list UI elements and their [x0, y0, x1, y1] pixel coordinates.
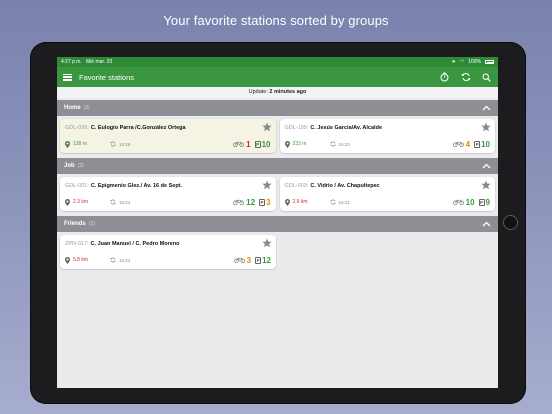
parking-icon: P — [254, 140, 261, 148]
station-cards: GDL-001: C. Epigmenio Glez./ Av. 16 de Se… — [57, 174, 498, 214]
groups-list: Home (2) GDL-099: C. Eulogio Parra /C.Gonzá… — [57, 100, 498, 272]
bicycle-icon — [452, 199, 464, 205]
station-code: GDL-099: — [65, 125, 89, 131]
tablet-home-button[interactable] — [503, 215, 518, 230]
group-name: Friends — [64, 221, 86, 227]
station-update-time: 16:23 — [338, 141, 350, 147]
available-docks: 9 — [485, 197, 490, 207]
group-header[interactable]: Job (2) — [57, 158, 498, 174]
status-time: 4:27 p.m. — [61, 59, 82, 65]
bicycle-icon — [452, 141, 464, 147]
stopwatch-icon[interactable] — [439, 72, 450, 83]
station-code: GDL-001: — [65, 183, 89, 189]
wifi-icon: ◠ — [459, 59, 465, 65]
promo-caption: Your favorite stations sorted by groups — [163, 13, 389, 28]
station-name: C. Epigmenio Glez./ Av. 16 de Sept. — [90, 183, 183, 189]
station-distance: 2.3 km — [73, 199, 89, 205]
group-header[interactable]: Friends (1) — [57, 216, 498, 232]
station-code: GDL-003: — [284, 183, 309, 189]
sync-icon — [329, 141, 336, 147]
app-bar: Favorite stations — [57, 67, 498, 87]
station-name: C. Vidrio / Av. Chapultepec — [310, 183, 380, 189]
station-card[interactable]: GDL-099: C. Eulogio Parra /C.González Ort… — [60, 119, 276, 153]
available-bikes: 1 — [246, 139, 251, 149]
group-count: (2) — [77, 163, 84, 169]
location-pin-icon — [284, 140, 290, 148]
available-bikes: 10 — [465, 197, 475, 207]
station-distance: 5.8 km — [73, 257, 89, 263]
station-cards: GDL-099: C. Eulogio Parra /C.González Ort… — [57, 116, 498, 156]
location-pin-icon — [65, 198, 70, 206]
hamburger-menu-icon[interactable] — [63, 73, 72, 81]
group-name: Job — [64, 163, 75, 169]
parking-icon: P — [474, 140, 481, 148]
sync-icon — [329, 199, 336, 205]
star-icon[interactable] — [262, 238, 272, 248]
status-date: Mié mar. 23 — [86, 59, 113, 65]
available-bikes: 4 — [465, 139, 471, 149]
station-update-time: 16:24 — [119, 199, 131, 205]
station-card[interactable]: GDL-199: C. Jesús García/Av. Alcalde 233 m… — [279, 119, 495, 153]
update-info: Update: 2 minutes ago — [57, 87, 498, 98]
location-icon: ➤ — [451, 59, 456, 65]
chevron-up-icon[interactable] — [482, 162, 491, 171]
station-code: ZPN-017: — [65, 241, 89, 247]
available-bikes: 3 — [246, 255, 252, 265]
station-code: GDL-199: — [284, 125, 309, 131]
station-card[interactable]: GDL-003: C. Vidrio / Av. Chapultepec 2.9 k… — [279, 177, 495, 211]
station-card[interactable]: GDL-001: C. Epigmenio Glez./ Av. 16 de Se… — [60, 177, 276, 211]
station-distance: 2.9 km — [292, 199, 308, 205]
update-label: Update: — [248, 89, 268, 95]
sync-icon — [110, 257, 116, 263]
sync-icon — [110, 199, 116, 205]
station-update-time: 16:21 — [338, 199, 350, 205]
group-count: (2) — [83, 105, 90, 111]
star-icon[interactable] — [481, 122, 491, 132]
star-icon[interactable] — [261, 180, 272, 190]
star-icon[interactable] — [261, 122, 272, 132]
station-card[interactable]: ZPN-017: C. Juan Manuel / C. Pedro Moreno… — [60, 235, 276, 269]
app-screen: 4:27 p.m. Mié mar. 23 ➤ ◠ 100% Favorite … — [57, 57, 498, 388]
app-title: Favorite stations — [79, 72, 135, 82]
search-icon[interactable] — [481, 72, 492, 83]
station-update-time: 16:26 — [119, 141, 131, 147]
station-name: C. Eulogio Parra /C.González Ortega — [90, 125, 186, 131]
location-pin-icon — [65, 256, 70, 264]
group-header[interactable]: Home (2) — [57, 100, 498, 116]
sync-icon — [110, 141, 116, 147]
chevron-up-icon[interactable] — [482, 220, 491, 229]
update-value: 2 minutes ago — [269, 89, 307, 95]
station-update-time: 16:24 — [119, 257, 131, 263]
station-name: C. Jesús García/Av. Alcalde — [310, 125, 382, 131]
bicycle-icon — [233, 257, 245, 263]
parking-icon: P — [478, 198, 485, 206]
available-docks: 12 — [262, 255, 271, 265]
available-bikes: 12 — [246, 197, 256, 207]
location-pin-icon — [284, 198, 290, 206]
status-bar: 4:27 p.m. Mié mar. 23 ➤ ◠ 100% — [57, 57, 498, 67]
star-icon[interactable] — [481, 180, 491, 190]
station-name: C. Juan Manuel / C. Pedro Moreno — [90, 241, 180, 247]
station-distance: 233 m — [292, 141, 307, 147]
battery-icon — [485, 60, 494, 64]
station-distance: 138 m — [73, 141, 87, 147]
available-docks: 3 — [266, 197, 271, 207]
battery-level: 100% — [468, 59, 481, 65]
bicycle-icon — [233, 199, 245, 205]
bicycle-icon — [233, 141, 245, 147]
available-docks: 10 — [481, 139, 490, 149]
location-pin-icon — [65, 140, 70, 148]
group-count: (1) — [88, 221, 95, 227]
parking-icon: P — [259, 198, 266, 206]
group-name: Home — [64, 105, 81, 111]
parking-icon: P — [255, 256, 262, 264]
station-cards: ZPN-017: C. Juan Manuel / C. Pedro Moreno… — [57, 232, 498, 272]
available-docks: 10 — [261, 139, 271, 149]
chevron-up-icon[interactable] — [482, 104, 491, 113]
refresh-icon[interactable] — [460, 72, 471, 83]
